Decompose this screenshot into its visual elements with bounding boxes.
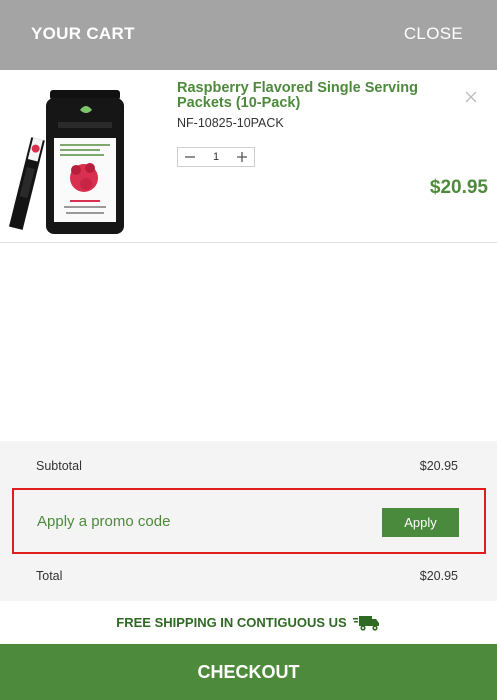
checkout-button[interactable]: CHECKOUT [0, 644, 497, 700]
cart-item: Raspberry Flavored Single Serving Packet… [0, 70, 497, 243]
quantity-stepper[interactable]: 1 [177, 147, 255, 167]
product-sku: NF-10825-10PACK [177, 116, 284, 130]
cart-header: YOUR CART CLOSE [0, 0, 497, 70]
quantity-value[interactable]: 1 [202, 151, 230, 163]
total-value: $20.95 [419, 569, 458, 583]
truck-icon [352, 615, 379, 631]
item-price: $20.95 [429, 177, 488, 198]
total-label: Total [36, 569, 63, 583]
decrease-quantity-button[interactable] [178, 148, 202, 166]
cart-summary: Subtotal $20.95 Apply a promo code Apply… [0, 441, 497, 601]
shipping-text: FREE SHIPPING IN CONTIGUOUS US [116, 615, 347, 630]
subtotal-value: $20.95 [419, 459, 458, 473]
close-button[interactable]: CLOSE [404, 24, 463, 44]
promo-code-link[interactable]: Apply a promo code [37, 513, 170, 530]
plus-icon [237, 152, 247, 162]
remove-item-button[interactable] [462, 88, 480, 106]
product-name[interactable]: Raspberry Flavored Single Serving Packet… [177, 81, 442, 111]
minus-icon [185, 156, 195, 158]
cart-title: YOUR CART [31, 24, 135, 43]
shipping-banner: FREE SHIPPING IN CONTIGUOUS US [0, 601, 497, 644]
apply-promo-button[interactable]: Apply [382, 508, 459, 537]
close-icon [465, 91, 477, 103]
promo-code-box: Apply a promo code Apply [12, 488, 486, 554]
increase-quantity-button[interactable] [230, 148, 254, 166]
subtotal-label: Subtotal [36, 459, 82, 473]
product-image [0, 70, 166, 240]
